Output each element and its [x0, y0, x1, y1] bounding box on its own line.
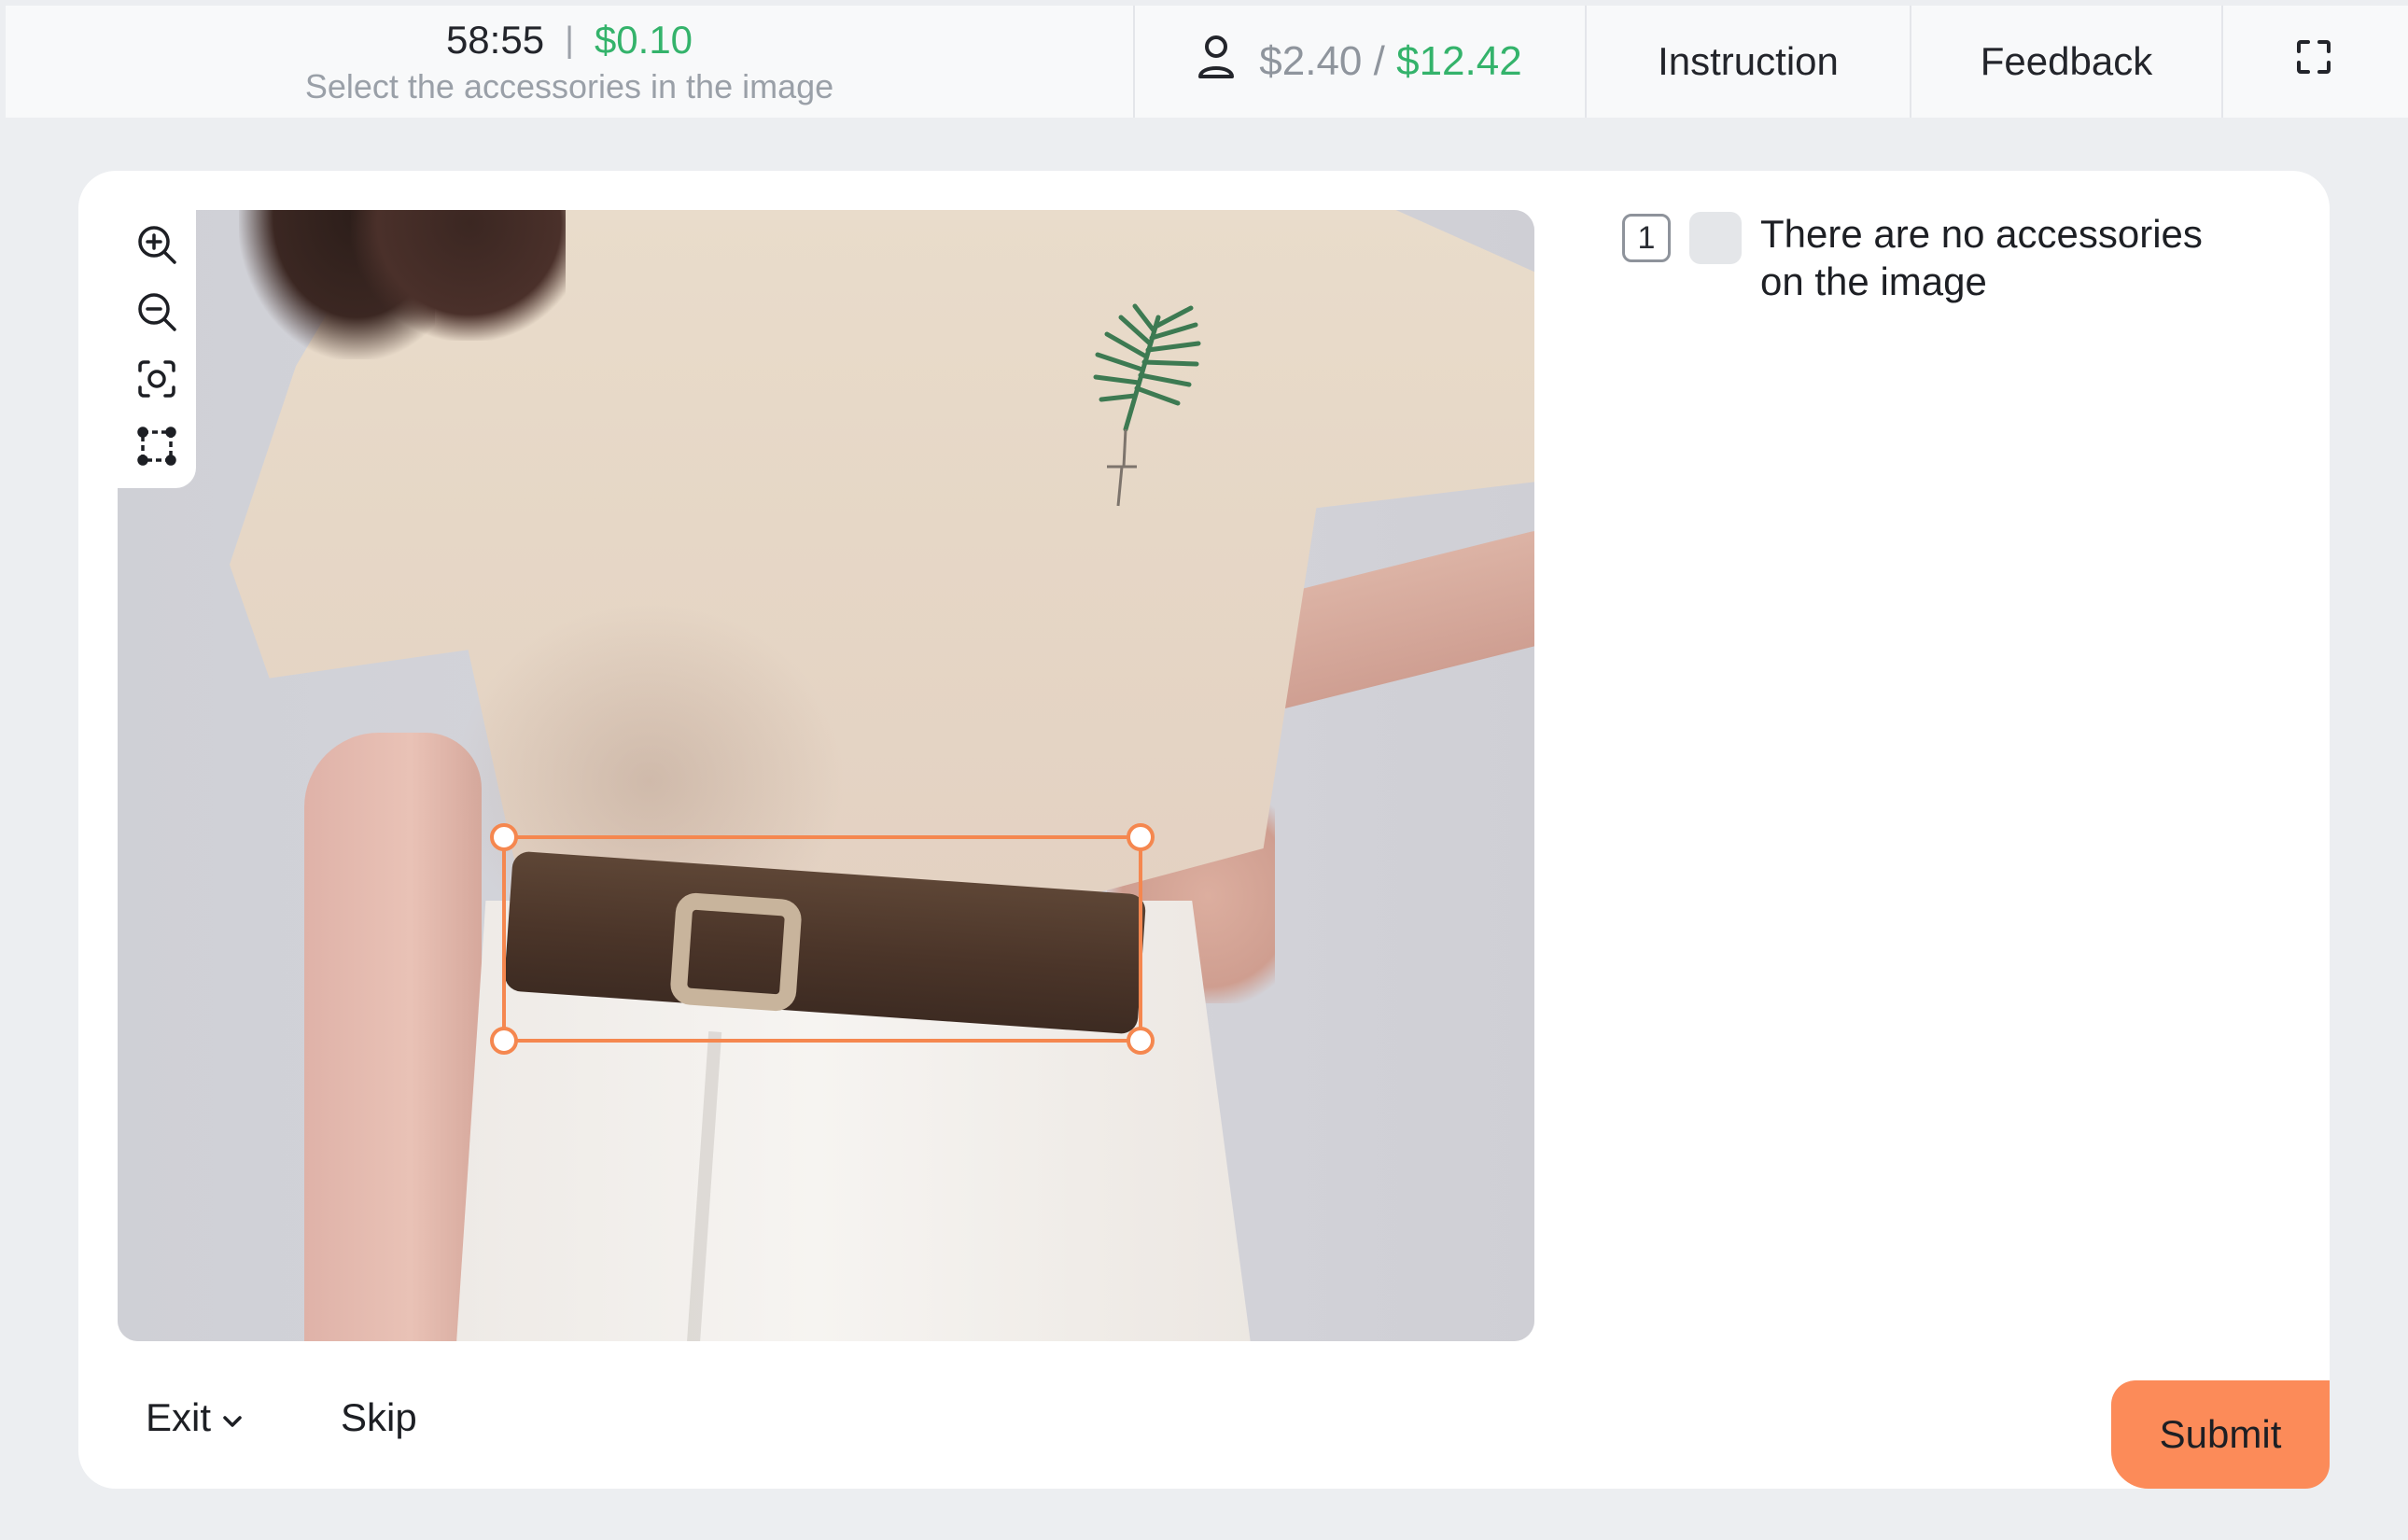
annotation-box[interactable] — [490, 823, 1155, 1055]
earned-separator: / — [1373, 38, 1385, 84]
fullscreen-icon — [2295, 38, 2332, 85]
task-timer-row: 58:55 | $0.10 — [446, 17, 693, 63]
fullscreen-button[interactable] — [2223, 6, 2404, 118]
canvas-toolbar — [118, 210, 196, 488]
label-color-swatch — [1689, 212, 1742, 264]
instruction-button[interactable]: Instruction — [1587, 6, 1911, 118]
palm-leaf-print — [1093, 303, 1201, 507]
task-info: 58:55 | $0.10 Select the accessories in … — [6, 6, 1135, 118]
earned-total: $12.42 — [1396, 38, 1522, 84]
zoom-in-icon — [138, 226, 176, 264]
bounding-box-tool[interactable] — [130, 419, 184, 473]
resize-handle-top-left[interactable] — [490, 823, 518, 851]
bounding-box-tool-icon — [137, 427, 176, 466]
resize-handle-bottom-right[interactable] — [1127, 1027, 1155, 1055]
timer: 58:55 — [445, 18, 545, 62]
label-panel: 1 There are no accessories on the image — [1622, 210, 2275, 305]
feedback-button[interactable]: Feedback — [1911, 6, 2223, 118]
submit-button[interactable]: Submit — [2111, 1380, 2330, 1489]
separator: | — [565, 21, 574, 60]
zoom-in-button[interactable] — [130, 217, 184, 272]
earned-amount: $2.40 — [1259, 38, 1363, 84]
image-canvas[interactable] — [118, 210, 1534, 1341]
skip-button[interactable]: Skip — [341, 1390, 417, 1446]
resize-handle-top-right[interactable] — [1127, 823, 1155, 851]
label-option-no-accessories[interactable]: 1 There are no accessories on the image — [1622, 210, 2275, 305]
resize-handle-bottom-left[interactable] — [490, 1027, 518, 1055]
earnings: $2.40 / $12.42 — [1135, 6, 1587, 118]
photo-hair-strand — [351, 210, 566, 341]
label-text: There are no accessories on the image — [1760, 212, 2203, 303]
task-card: 1 There are no accessories on the image … — [78, 171, 2330, 1489]
zoom-out-icon — [138, 293, 176, 331]
user-icon — [1197, 35, 1235, 90]
task-price: $0.10 — [594, 18, 693, 62]
fit-view-icon — [138, 360, 175, 398]
exit-label: Exit — [146, 1395, 212, 1439]
fit-view-button[interactable] — [130, 352, 184, 406]
zoom-out-button[interactable] — [130, 285, 184, 339]
top-bar: 58:55 | $0.10 Select the accessories in … — [6, 6, 2408, 118]
chevron-down-icon — [220, 1395, 245, 1440]
label-hotkey: 1 — [1622, 214, 1671, 262]
task-instruction: Select the accessories in the image — [304, 67, 834, 105]
exit-button[interactable]: Exit — [146, 1390, 245, 1446]
